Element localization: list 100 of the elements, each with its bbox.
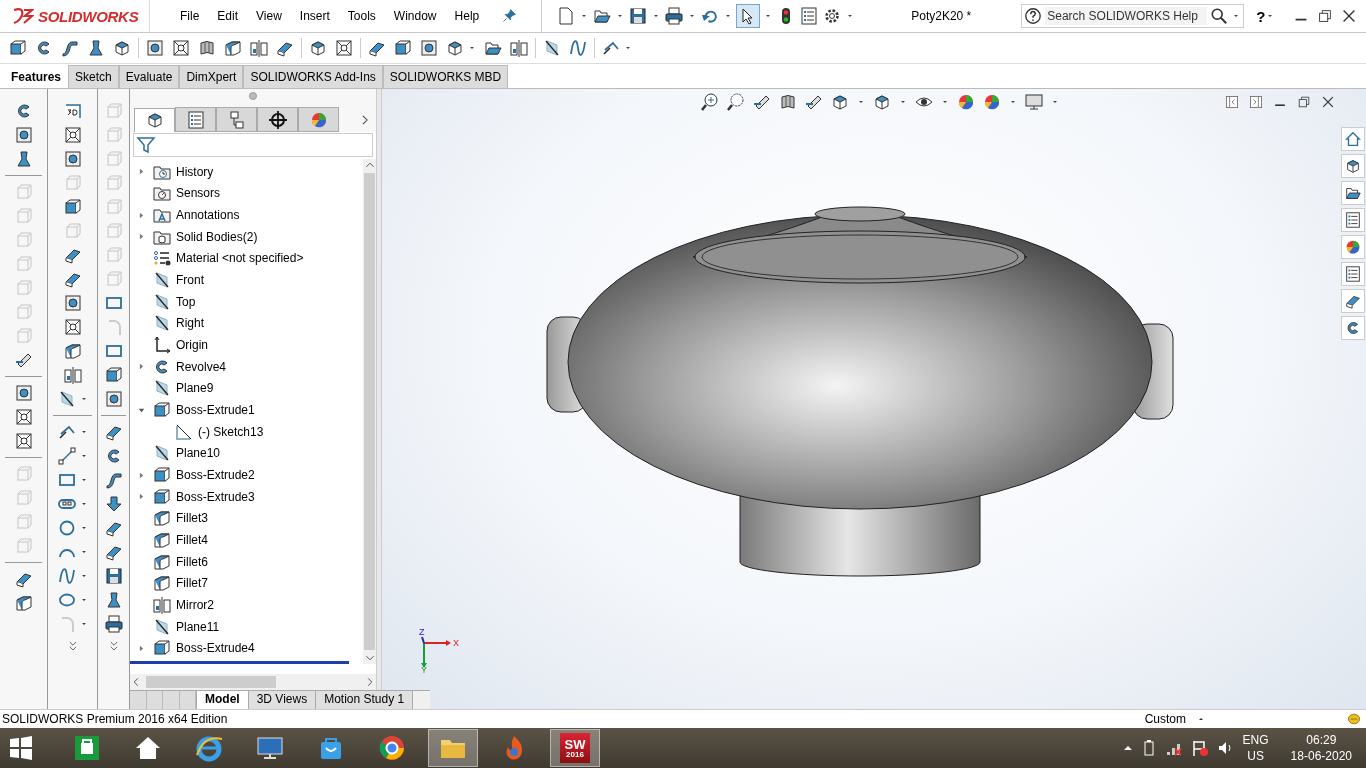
tree-item[interactable]: Fillet7 (130, 572, 363, 595)
tree-item[interactable]: Front (130, 269, 363, 291)
menu-item[interactable]: Insert (299, 9, 330, 23)
menu-item[interactable]: Help (454, 9, 480, 23)
vertical-scrollbar[interactable] (363, 159, 376, 664)
horizontal-scrollbar[interactable] (130, 674, 376, 690)
panel-right-icon[interactable] (1248, 94, 1264, 110)
hole-icon[interactable] (103, 389, 124, 409)
save-icon[interactable] (103, 566, 124, 586)
tree-item[interactable]: Sensors (130, 182, 363, 205)
units-selector[interactable]: Custom (1144, 712, 1186, 726)
help-menu-button[interactable]: ? (1256, 7, 1266, 25)
restore-icon[interactable] (1296, 94, 1312, 110)
panel-handle[interactable] (249, 92, 257, 100)
list-icon[interactable] (1344, 265, 1362, 283)
zoom-icon[interactable] (700, 92, 720, 112)
extruded-box-icon[interactable] (393, 38, 413, 58)
spline-icon[interactable] (568, 38, 588, 58)
fillet-icon[interactable] (62, 341, 83, 361)
rollback-bar[interactable] (130, 661, 349, 665)
tree-item[interactable]: Boss-Extrude3 (130, 485, 363, 508)
fillet-icon[interactable] (223, 38, 243, 58)
hole-icon[interactable] (419, 38, 439, 58)
color-ball-icon[interactable] (982, 92, 1002, 112)
close-icon[interactable] (1320, 94, 1336, 110)
3d-sketch-icon[interactable] (62, 101, 83, 121)
store-icon[interactable] (72, 733, 102, 763)
tree-item[interactable]: (-) Sketch13 (130, 420, 363, 443)
tree-item[interactable]: Boss-Extrude4 (130, 637, 363, 660)
cube-icon[interactable] (1344, 157, 1362, 175)
hole-icon[interactable] (62, 293, 83, 313)
tree-item[interactable]: Fillet4 (130, 529, 363, 551)
list-icon[interactable] (799, 6, 820, 26)
menu-item[interactable]: Tools (347, 9, 376, 23)
line-icon[interactable] (56, 446, 77, 466)
tree-item[interactable]: Boss-Extrude2 (130, 464, 363, 486)
tree-item[interactable]: Solid Bodies(2) (130, 225, 363, 248)
spline-icon[interactable] (56, 566, 77, 586)
search-icon[interactable] (1210, 7, 1229, 25)
tree-item[interactable]: Material <not specified> (130, 247, 363, 270)
save-icon[interactable] (628, 6, 649, 26)
color-ball-icon[interactable] (1344, 238, 1362, 256)
tree-item[interactable]: Fillet6 (130, 550, 363, 573)
fillet-icon[interactable] (13, 593, 34, 613)
command-tab[interactable]: Evaluate (118, 65, 180, 88)
hole-icon[interactable] (13, 383, 34, 403)
panel-tab[interactable] (134, 107, 175, 132)
tree-item[interactable]: Mirror2 (130, 594, 363, 616)
hole-icon[interactable] (62, 149, 83, 169)
panel-tab[interactable] (257, 107, 298, 132)
menu-item[interactable]: File (180, 9, 200, 23)
color-ball-icon[interactable] (956, 92, 976, 112)
tree-item[interactable]: History (130, 161, 363, 183)
hole-icon[interactable] (145, 38, 165, 58)
tree-item[interactable]: Revolve4 (130, 355, 363, 378)
menu-item[interactable]: View (256, 9, 282, 23)
printer-icon[interactable] (664, 6, 685, 26)
zoom-area-icon[interactable] (726, 92, 746, 112)
restore-icon[interactable] (1316, 7, 1334, 25)
command-tab[interactable]: SOLIDWORKS MBD (382, 65, 509, 88)
monitor-icon[interactable] (1024, 92, 1044, 112)
tree-item[interactable]: Plane11 (130, 615, 363, 638)
tree-filter-field[interactable] (133, 133, 373, 157)
panel-left-icon[interactable] (1224, 94, 1240, 110)
tree-item[interactable]: Fillet3 (130, 507, 363, 530)
view-tab[interactable]: Model (197, 691, 249, 709)
tree-item[interactable]: Boss-Extrude1 (130, 399, 363, 421)
pin-icon[interactable] (501, 8, 518, 24)
menu-item[interactable]: Window (393, 9, 437, 23)
menu-item[interactable]: Edit (217, 9, 239, 23)
tree-item[interactable]: Plane10 (130, 442, 363, 465)
extruded-box-icon[interactable] (62, 197, 83, 217)
caret-up-icon[interactable] (1122, 743, 1133, 753)
browser-icon[interactable] (377, 733, 407, 763)
tree-item[interactable]: Annotations (130, 204, 363, 226)
help-search-field[interactable]: Search SOLIDWORKS Help (1021, 4, 1245, 28)
input-language[interactable]: ENG US (1242, 732, 1269, 764)
taskbar-app[interactable]: SW 2016 (550, 729, 600, 767)
hole-icon[interactable] (13, 125, 34, 145)
flag-icon[interactable] (1190, 739, 1209, 757)
home-icon[interactable] (1344, 130, 1362, 148)
list-icon[interactable] (1344, 211, 1362, 229)
view-tab[interactable]: Motion Study 1 (316, 691, 414, 709)
coin-icon[interactable] (1346, 711, 1362, 727)
extruded-box-icon[interactable] (103, 365, 124, 385)
printer-icon[interactable] (103, 614, 124, 634)
command-tab[interactable]: SOLIDWORKS Add-Ins (243, 65, 383, 88)
tree-item[interactable]: Top (130, 290, 363, 313)
tree-item[interactable]: Plane9 (130, 377, 363, 400)
tree-item[interactable]: Right (130, 312, 363, 335)
mirror-icon[interactable] (509, 38, 529, 58)
mirror-icon[interactable] (62, 365, 83, 385)
clock[interactable]: 06:29 18-06-2020 (1290, 732, 1352, 764)
windows-logo-icon[interactable] (8, 735, 34, 761)
command-tab[interactable]: DimXpert (179, 65, 244, 88)
extruded-box-icon[interactable] (8, 38, 28, 58)
tree-item[interactable]: Origin (130, 334, 363, 356)
view-tab[interactable]: 3D Views (248, 691, 317, 709)
sweep-icon[interactable] (103, 470, 124, 490)
mirror-icon[interactable] (249, 38, 269, 58)
